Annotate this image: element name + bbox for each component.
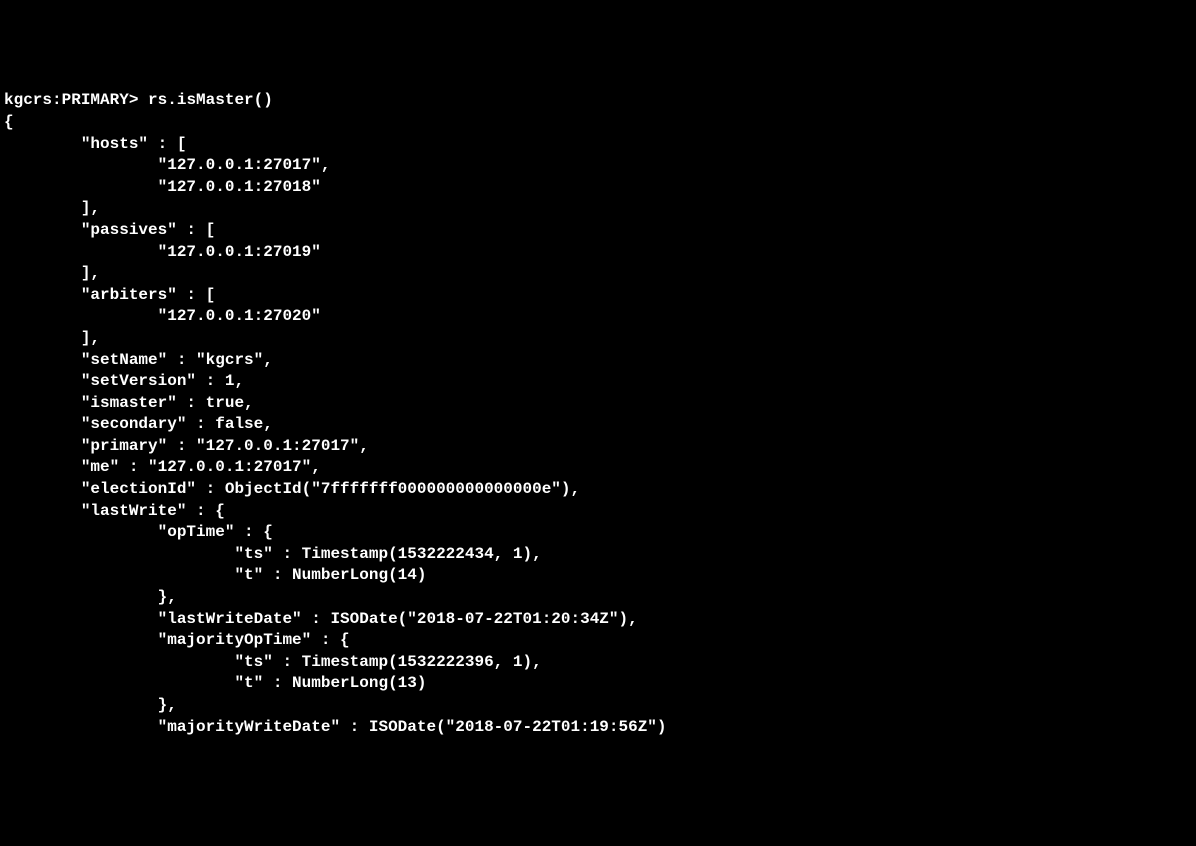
output-line: { [4,113,14,131]
terminal-output[interactable]: kgcrs:PRIMARY> rs.isMaster() { "hosts" :… [4,90,1192,738]
output-line: "ismaster" : true, [4,394,254,412]
output-line: "hosts" : [ [4,135,186,153]
output-line: "arbiters" : [ [4,286,215,304]
output-line: "majorityWriteDate" : ISODate("2018-07-2… [4,718,667,736]
output-line: ], [4,264,100,282]
output-line: "127.0.0.1:27018" [4,178,321,196]
output-line: "electionId" : ObjectId("7fffffff0000000… [4,480,580,498]
output-line: ], [4,199,100,217]
output-line: "passives" : [ [4,221,215,239]
output-line: "secondary" : false, [4,415,273,433]
output-line: "majorityOpTime" : { [4,631,350,649]
output-line: ], [4,329,100,347]
shell-prompt: kgcrs:PRIMARY> [4,91,148,109]
output-line: "lastWriteDate" : ISODate("2018-07-22T01… [4,610,638,628]
output-line: "setName" : "kgcrs", [4,351,273,369]
output-line: }, [4,588,177,606]
output-line: "t" : NumberLong(13) [4,674,426,692]
output-line: "127.0.0.1:27019" [4,243,321,261]
output-line: "opTime" : { [4,523,273,541]
output-line: }, [4,696,177,714]
command-text: rs.isMaster() [148,91,273,109]
output-line: "lastWrite" : { [4,502,225,520]
output-line: "setVersion" : 1, [4,372,244,390]
output-line: "t" : NumberLong(14) [4,566,426,584]
output-line: "primary" : "127.0.0.1:27017", [4,437,369,455]
output-line: "127.0.0.1:27020" [4,307,321,325]
output-line: "127.0.0.1:27017", [4,156,330,174]
output-line: "me" : "127.0.0.1:27017", [4,458,321,476]
output-line: "ts" : Timestamp(1532222434, 1), [4,545,542,563]
